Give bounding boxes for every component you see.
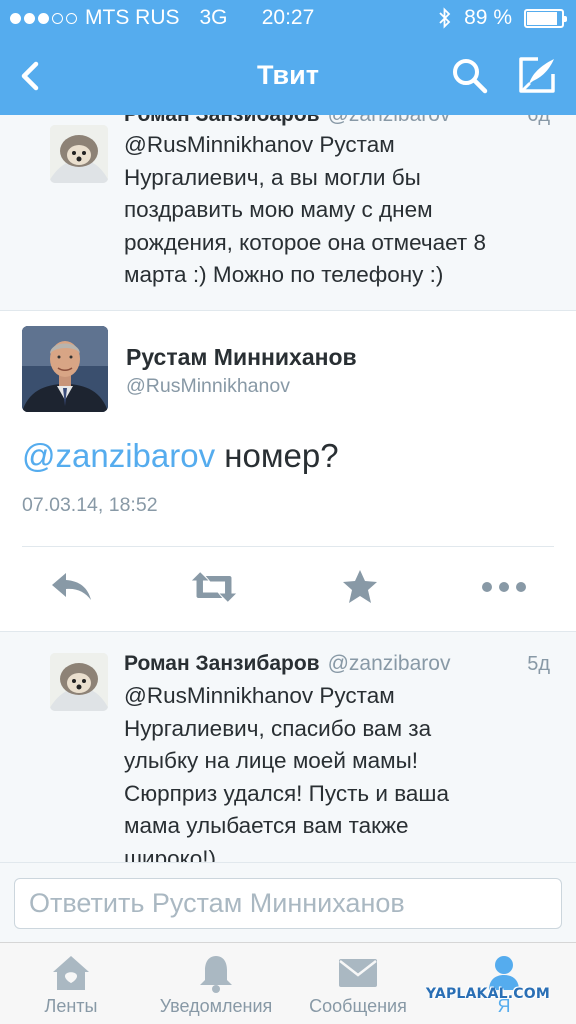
reply-text-line: Сюрприз удался! Пусть и ваша: [124, 780, 449, 806]
tweet-thread[interactable]: Роман Занзибаров @zanzibarov 6д @RusMinni…: [0, 115, 576, 862]
status-bar: MTS RUS 3G 20:27 89 %: [0, 6, 576, 32]
home-icon: [51, 953, 91, 993]
author-avatar[interactable]: [22, 326, 108, 412]
retweet-icon[interactable]: [191, 567, 237, 607]
hedgehog-avatar[interactable]: [50, 125, 108, 183]
tab-messages[interactable]: Сообщения: [302, 943, 414, 1024]
bluetooth-icon: [439, 7, 451, 29]
reply-text: @RusMinnikhanov Рустам Нургалиевич, а вы…: [124, 129, 544, 292]
author-name[interactable]: Рустам Минниханов: [126, 344, 357, 371]
battery-level: [527, 11, 558, 25]
previous-reply-tweet[interactable]: Роман Занзибаров @zanzibarov 6д @RusMinni…: [0, 115, 576, 311]
reply-bar: [0, 862, 576, 942]
author-handle[interactable]: @zanzibarov: [328, 115, 451, 126]
tab-label: Уведомления: [159, 996, 273, 1016]
reply-text-line: @RusMinnikhanov Рустам: [124, 683, 395, 708]
hedgehog-avatar[interactable]: [50, 653, 108, 711]
compose-icon[interactable]: [516, 54, 558, 96]
watermark: YAPLAKAL.COM: [425, 986, 550, 1002]
tweet-text: @zanzibarov номер?: [22, 437, 339, 475]
reply-text-line: поздравить мою маму с днем: [124, 197, 433, 222]
bell-icon: [198, 953, 234, 993]
header: MTS RUS 3G 20:27 89 % Твит: [0, 0, 576, 115]
main-tweet: Рустам Минниханов @RusMinnikhanov @zanzi…: [0, 311, 576, 631]
reply-text-line: @RusMinnikhanov Рустам: [124, 132, 395, 157]
reply-text-line: мама улыбается вам также: [124, 813, 409, 838]
tab-label: Ленты: [44, 996, 98, 1016]
reply-text-line: Нургалиевич, а вы могли бы: [124, 164, 421, 190]
next-reply-tweet[interactable]: Роман Занзибаров @zanzibarov 5д @RusMinni…: [0, 631, 576, 862]
reply-input[interactable]: [14, 878, 562, 929]
tweet-actions: [0, 547, 576, 631]
author-name[interactable]: Роман Занзибаров: [124, 652, 320, 675]
reply-text-line: рождения, которое она отмечает 8: [124, 229, 486, 255]
more-icon[interactable]: [481, 567, 527, 607]
author-handle[interactable]: @RusMinnikhanov: [126, 375, 290, 398]
tweet-timestamp: 07.03.14, 18:52: [22, 494, 158, 516]
mention-link[interactable]: @zanzibarov: [22, 437, 215, 474]
reply-text-line: марта :) Можно по телефону :): [124, 262, 444, 287]
tweet-body: номер?: [224, 437, 339, 474]
tab-home[interactable]: Ленты: [34, 943, 108, 1024]
tab-notifications[interactable]: Уведомления: [150, 943, 282, 1024]
reply-text-line: широко!): [124, 845, 216, 863]
envelope-icon: [338, 953, 378, 993]
tab-label: Сообщения: [309, 996, 407, 1016]
tweet-age: 6д: [527, 115, 550, 126]
tab-bar: Ленты Уведомления Сообщения Я YAPLAKAL.C…: [0, 942, 576, 1024]
reply-icon[interactable]: [49, 567, 95, 607]
author-handle[interactable]: @zanzibarov: [328, 652, 451, 675]
battery-percent: 89 %: [464, 6, 512, 29]
star-icon[interactable]: [337, 567, 383, 607]
reply-text-line: улыбку на лице моей мамы!: [124, 748, 419, 773]
reply-author[interactable]: Роман Занзибаров @zanzibarov: [124, 115, 450, 127]
author-name[interactable]: Роман Занзибаров: [124, 115, 320, 126]
reply-text: @RusMinnikhanov Рустам Нургалиевич, спас…: [124, 680, 544, 862]
search-icon[interactable]: [450, 56, 490, 96]
battery-icon: [524, 8, 567, 28]
tab-me[interactable]: Я: [476, 943, 532, 1024]
reply-text-line: Нургалиевич, спасибо вам за: [124, 715, 432, 741]
reply-author[interactable]: Роман Занзибаров @zanzibarov: [124, 652, 450, 676]
tweet-age: 5д: [527, 653, 550, 675]
